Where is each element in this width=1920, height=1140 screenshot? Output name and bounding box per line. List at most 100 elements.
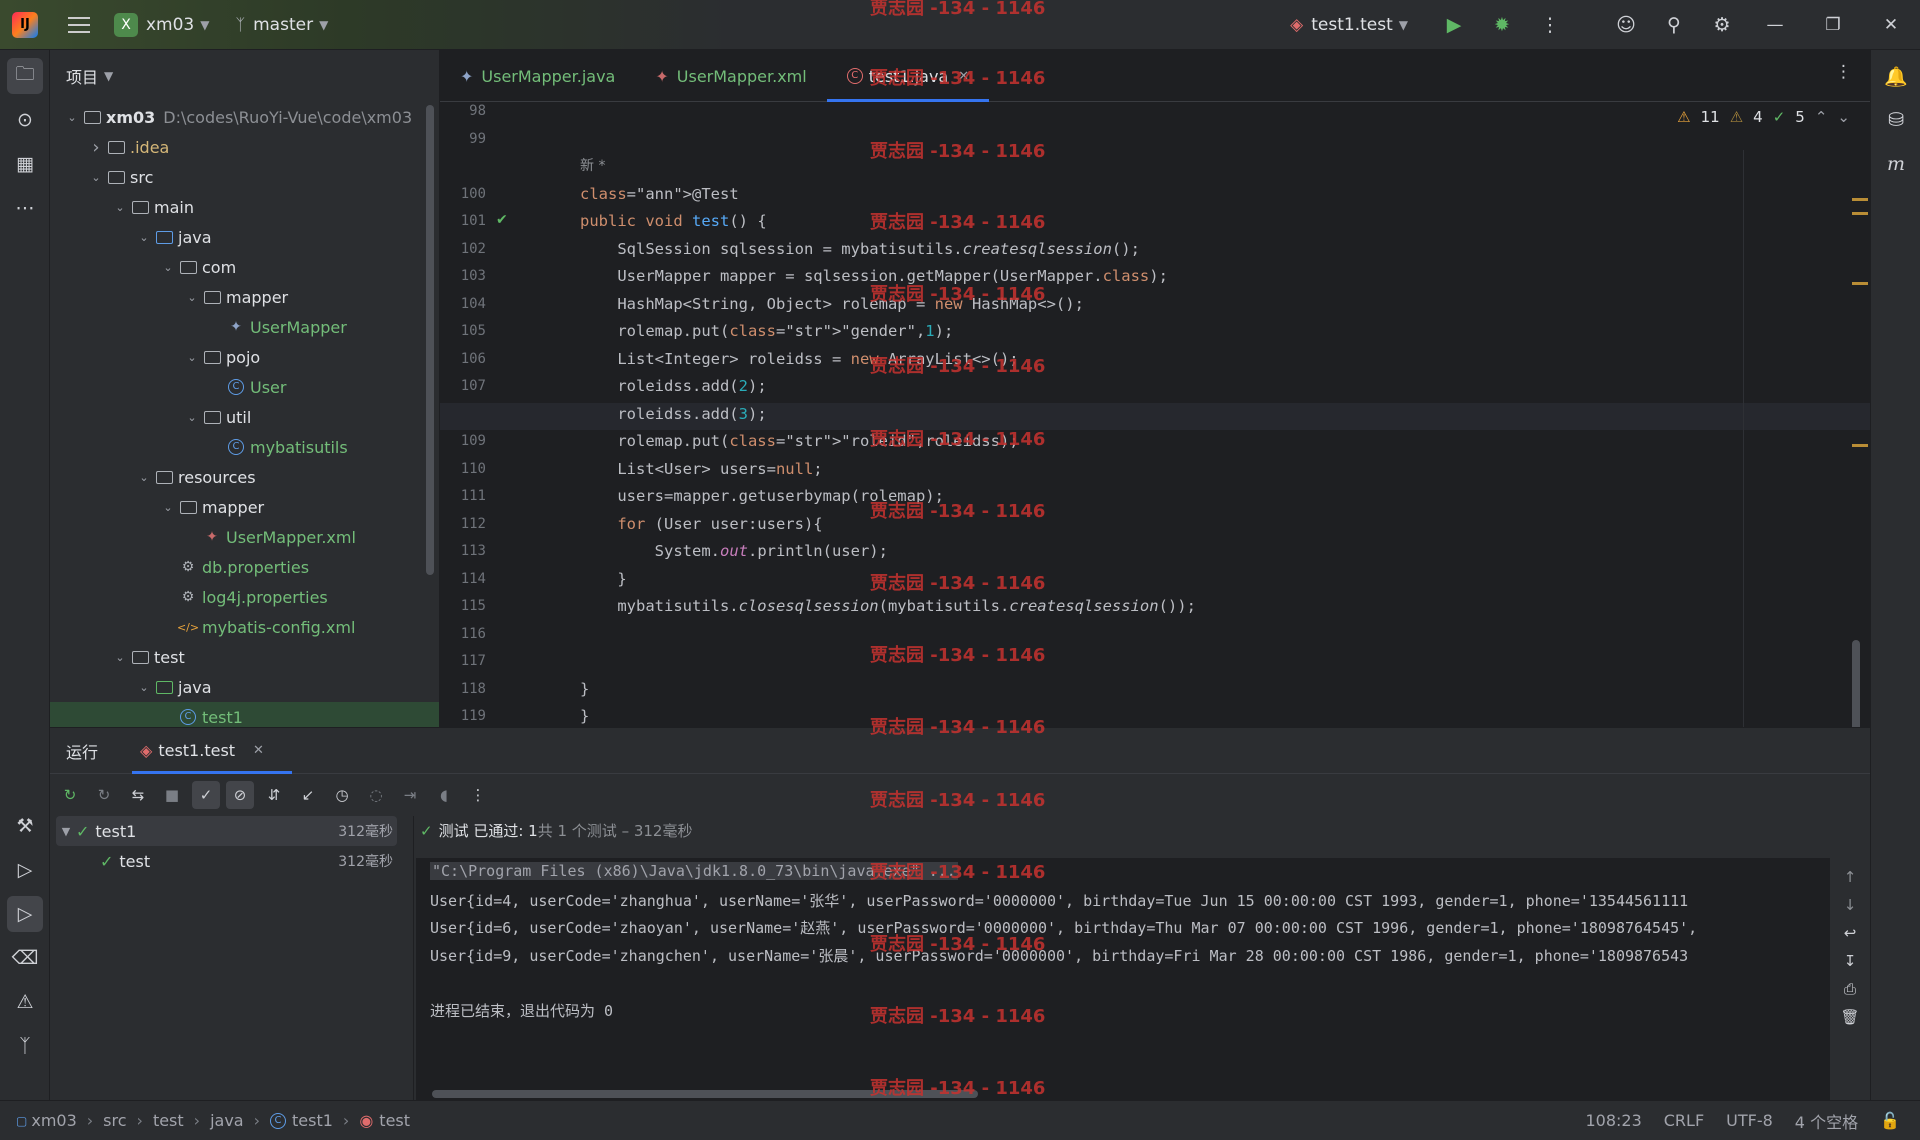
test-case-row[interactable]: ✓ test 312毫秒 [50, 846, 413, 876]
chevron-down-icon[interactable]: ⌄ [134, 681, 154, 694]
tab-usermapper-java[interactable]: ✦ UserMapper.java [440, 51, 635, 101]
chevron-down-icon[interactable]: ▼ [104, 69, 113, 83]
tree-item[interactable]: ⌄ mapper [50, 492, 439, 522]
commit-icon[interactable]: ⊙ [7, 102, 43, 138]
error-stripe-mark[interactable] [1852, 212, 1868, 215]
chevron-down-icon[interactable]: ▼ [200, 18, 209, 32]
code-line[interactable]: roleidss.add(3); [580, 405, 766, 423]
code-line[interactable]: } [580, 707, 589, 725]
tree-item[interactable]: ⌄ test [50, 642, 439, 672]
chevron-down-icon[interactable]: ⌄ [134, 231, 154, 244]
tree-item[interactable]: ⌄ mapper [50, 282, 439, 312]
problems-icon[interactable]: ⚠ [7, 984, 43, 1020]
collapse-icon[interactable]: ↙ [294, 781, 322, 809]
add-user-icon[interactable]: ☺ [1614, 13, 1638, 37]
stop-icon[interactable]: ■ [158, 781, 186, 809]
close-tab-icon[interactable]: ✕ [253, 743, 264, 758]
project-panel-header[interactable]: 项目 ▼ [50, 50, 439, 102]
project-scrollbar[interactable] [426, 105, 434, 575]
code-line[interactable]: users=mapper.getuserbymap(rolemap); [580, 487, 944, 505]
tree-item[interactable]: ⌄ resources [50, 462, 439, 492]
services-icon[interactable]: ▷ [7, 852, 43, 888]
search-icon[interactable]: ⚲ [1662, 13, 1686, 37]
code-line[interactable]: roleidss.add(2); [580, 377, 766, 395]
rerun-icon[interactable]: ↻ [56, 781, 84, 809]
code-line[interactable]: } [580, 680, 589, 698]
run-icon[interactable]: ▶ [1442, 13, 1466, 37]
console-h-scrollbar[interactable] [432, 1090, 978, 1098]
sort-icon[interactable]: ⇵ [260, 781, 288, 809]
settings-icon[interactable]: ⚙ [1710, 13, 1734, 37]
code-line[interactable]: List<User> users=null; [580, 460, 822, 478]
chevron-down-icon[interactable]: ⌄ [110, 651, 130, 664]
rerun-failed-icon[interactable]: ↻ [90, 781, 118, 809]
code-line[interactable]: HashMap<String, Object> rolemap = new Ha… [580, 295, 1084, 313]
breadcrumb-item[interactable]: xm03 [31, 1111, 76, 1130]
code-line[interactable]: UserMapper mapper = sqlsession.getMapper… [580, 267, 1168, 285]
tab-run-test1[interactable]: ◈ test1.test ✕ [132, 728, 292, 774]
tree-item[interactable]: ⌄ java [50, 672, 439, 702]
chevron-down-icon[interactable]: ⌄ [182, 411, 202, 424]
chevron-down-icon[interactable]: ⌄ [110, 201, 130, 214]
maven-icon[interactable]: m [1878, 146, 1914, 182]
lock-icon[interactable]: 🔓 [1880, 1111, 1900, 1130]
tab-usermapper-xml[interactable]: ✦ UserMapper.xml [635, 51, 826, 101]
chevron-down-icon[interactable]: ⌄ [182, 291, 202, 304]
tab-test1-java[interactable]: C test1.java ✕ [826, 51, 990, 102]
breadcrumb-item[interactable]: test1 [292, 1111, 333, 1130]
debug-icon[interactable]: ✹ [1490, 13, 1514, 37]
run-config-selector[interactable]: ◈ test1.test ▼ [1290, 15, 1408, 35]
chevron-down-icon[interactable]: ⌄ [134, 471, 154, 484]
tree-item[interactable]: ⌄ java [50, 222, 439, 252]
run-tool-icon[interactable]: ▷ [7, 896, 43, 932]
tree-item[interactable]: Ctest1 [50, 702, 439, 727]
chevron-down-icon[interactable]: ⌄ [182, 351, 202, 364]
tree-item[interactable]: ⌄ pojo [50, 342, 439, 372]
history-icon[interactable]: ◷ [328, 781, 356, 809]
chevron-down-icon[interactable]: ⌄ [86, 171, 106, 184]
camera-icon[interactable]: ◌ [362, 781, 390, 809]
file-encoding[interactable]: UTF-8 [1726, 1111, 1773, 1130]
code-line[interactable]: rolemap.put(class="str">"gender",1); [580, 322, 953, 340]
structure-icon[interactable]: ▦ [7, 146, 43, 182]
tree-item[interactable]: ⚙ db.properties [50, 552, 439, 582]
tree-item[interactable]: ⌄ main [50, 192, 439, 222]
show-ignored-icon[interactable]: ⊘ [226, 781, 254, 809]
more-icon[interactable]: ⋮ [464, 781, 492, 809]
line-separator[interactable]: CRLF [1664, 1111, 1704, 1130]
code-line[interactable]: List<Integer> roleidss = new ArrayList<>… [580, 350, 1018, 368]
project-folder-icon[interactable]: 🗀 [7, 58, 43, 94]
chevron-right-icon[interactable]: › [86, 137, 106, 158]
error-stripe-mark[interactable] [1852, 444, 1868, 447]
intellij-logo-icon[interactable]: IJ [12, 11, 38, 38]
tree-item[interactable]: ⌄ util [50, 402, 439, 432]
code-area[interactable]: 新 * class="ann">@Test public void test() {… [440, 102, 1870, 727]
code-line[interactable]: rolemap.put(class="str">"roleid",roleids… [580, 432, 1018, 450]
database-icon[interactable]: ⛁ [1878, 102, 1914, 138]
tree-item[interactable]: ⚙ log4j.properties [50, 582, 439, 612]
soft-wrap-icon[interactable]: ↩ [1844, 924, 1857, 942]
tree-item[interactable]: Cmybatisutils [50, 432, 439, 462]
tree-item[interactable]: C User [50, 372, 439, 402]
code-line[interactable]: public void test() { [580, 212, 767, 230]
toggle-auto-test-icon[interactable]: ⇆ [124, 781, 152, 809]
print-icon[interactable]: ⎙ [1844, 980, 1856, 998]
scroll-down-icon[interactable]: ↓ [1844, 896, 1857, 914]
tree-item[interactable]: ⌄ com [50, 252, 439, 282]
code-line[interactable]: class="ann">@Test [580, 185, 739, 203]
run-test-gutter-icon[interactable]: ✔ [496, 212, 508, 228]
chevron-down-icon[interactable]: ⌄ [158, 261, 178, 274]
indent-setting[interactable]: 4 个空格 [1795, 1109, 1858, 1133]
tree-item[interactable]: › .idea [50, 132, 439, 162]
code-line[interactable]: } [580, 570, 626, 588]
chevron-down-icon[interactable]: ⌄ [158, 501, 178, 514]
chevron-down-icon[interactable]: ▼ [56, 825, 76, 838]
error-stripe-mark[interactable] [1852, 282, 1868, 285]
code-line[interactable]: SqlSession sqlsession = mybatisutils.cre… [580, 240, 1140, 258]
tree-item[interactable]: </> mybatis-config.xml [50, 612, 439, 642]
coverage-icon[interactable]: ◖ [430, 781, 458, 809]
close-window-button[interactable]: ✕ [1862, 0, 1920, 50]
error-stripe-mark[interactable] [1852, 198, 1868, 201]
show-passed-icon[interactable]: ✓ [192, 781, 220, 809]
breadcrumb-item[interactable]: java [210, 1111, 244, 1130]
